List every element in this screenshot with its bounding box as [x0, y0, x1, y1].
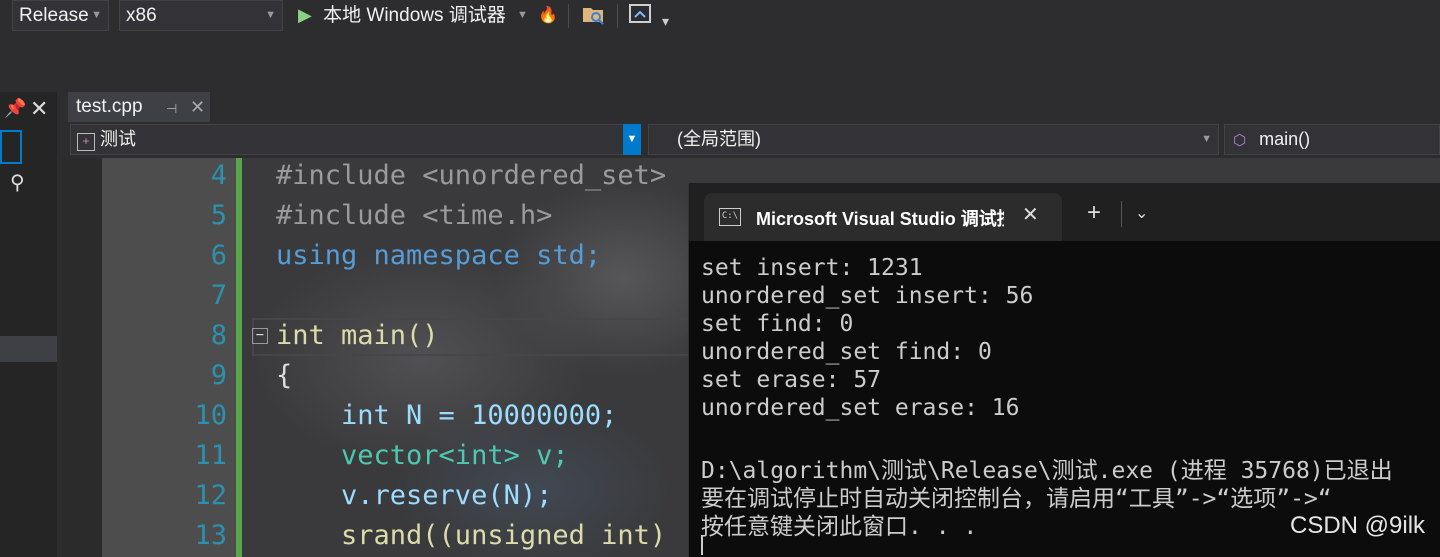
toolbar-overflow-icon[interactable]: ▾: [662, 8, 669, 35]
code-line: using namespace std;: [276, 240, 601, 271]
terminal-icon: C:\: [719, 208, 741, 226]
collapse-icon[interactable]: −: [252, 328, 268, 344]
close-icon[interactable]: ✕: [1022, 202, 1039, 227]
debug-console-window[interactable]: C:\ Microsoft Visual Studio 调试控 ✕ + ⌄ se…: [688, 183, 1440, 557]
solution-explorer-panel: 📌 ✕ ⚲: [0, 92, 57, 557]
code-text: {: [276, 360, 293, 391]
configuration-dropdown[interactable]: Release ▼: [12, 0, 109, 31]
code-line: #include <unordered_set>: [276, 160, 666, 191]
line-number: 6: [210, 240, 227, 271]
start-debugging-button[interactable]: ▶ 本地 Windows 调试器 ▼: [298, 2, 528, 29]
scope-label: (全局范围): [677, 129, 761, 149]
line-number: 7: [210, 280, 227, 311]
line-number: 5: [210, 200, 227, 231]
scope-dropdown[interactable]: (全局范围) ▼: [648, 124, 1219, 155]
play-icon: ▶: [298, 5, 312, 25]
console-title: Microsoft Visual Studio 调试控: [756, 209, 1004, 229]
code-text: #include <unordered_set>: [276, 160, 667, 191]
chevron-down-icon[interactable]: ⌄: [1135, 203, 1148, 223]
platform-dropdown[interactable]: x86 ▼: [119, 0, 283, 31]
tab-test-cpp[interactable]: test.cpp ⊣ ✕: [68, 92, 210, 122]
tab-label: test.cpp: [76, 96, 143, 117]
console-output-line: set find: 0: [701, 311, 854, 337]
folder-search-icon[interactable]: [581, 2, 605, 29]
code-line: srand((unsigned int): [276, 520, 666, 551]
pin-icon[interactable]: 📌: [4, 98, 26, 119]
console-output-line: set insert: 1231: [701, 255, 923, 281]
project-icon: +: [77, 133, 95, 151]
code-text: int main(): [276, 320, 439, 351]
watermark: CSDN @9ilk: [1290, 512, 1426, 539]
project-label: 测试: [100, 129, 137, 149]
line-number: 8: [210, 320, 227, 351]
toolbar-toggle[interactable]: [0, 130, 22, 164]
console-output-line: unordered_set find: 0: [701, 339, 992, 365]
chevron-down-icon: ▼: [265, 9, 276, 21]
chevron-down-icon[interactable]: ▼: [623, 124, 641, 155]
toolbar-separator: [568, 4, 569, 28]
search-icon[interactable]: ⚲: [10, 170, 25, 195]
chevron-down-icon: ▼: [91, 9, 102, 21]
code-text: srand((unsigned int): [276, 520, 667, 551]
line-number: 11: [194, 440, 227, 471]
code-line: int main(): [276, 320, 439, 351]
toolbar-separator: [617, 4, 618, 28]
pin-icon[interactable]: ⊣: [166, 96, 177, 122]
code-line: v.reserve(N);: [276, 480, 552, 511]
console-output-line: unordered_set erase: 16: [701, 395, 1020, 421]
navigation-bar: + 测试 ▼ (全局范围) ▼ ⬡ main(): [62, 122, 1440, 158]
console-output-line: set erase: 57: [701, 367, 882, 393]
line-number: 10: [194, 400, 227, 431]
code-line: int N = 10000000;: [276, 400, 617, 431]
new-tab-icon[interactable]: +: [1087, 199, 1101, 227]
code-text: #include <time.h>: [276, 200, 553, 231]
editor-margin: [62, 158, 102, 557]
line-number: 13: [194, 520, 227, 551]
console-tab[interactable]: C:\ Microsoft Visual Studio 调试控 ✕: [704, 193, 1062, 241]
toolbar: Release ▼ x86 ▼ ▶ 本地 Windows 调试器 ▼ 🔥 ▾: [0, 0, 1440, 82]
console-output-line: 按任意键关闭此窗口. . .: [701, 514, 978, 540]
console-output-line: unordered_set insert: 56: [701, 283, 1034, 309]
document-tab-strip: test.cpp ⊣ ✕: [62, 92, 1440, 122]
code-line: vector<int> v;: [276, 440, 569, 471]
close-icon[interactable]: ✕: [190, 94, 205, 120]
code-line: {: [276, 360, 292, 391]
platform-value: x86: [126, 5, 157, 26]
close-icon[interactable]: ✕: [30, 96, 48, 122]
code-text: int N = 10000000;: [276, 400, 618, 431]
window-layout-icon[interactable]: [628, 2, 652, 29]
line-number: 12: [194, 480, 227, 511]
code-text: vector<int> v;: [276, 440, 569, 471]
member-label: main(): [1259, 129, 1311, 149]
code-line: #include <time.h>: [276, 200, 552, 231]
line-number: 4: [210, 160, 227, 191]
separator: [1121, 201, 1122, 227]
configuration-value: Release: [19, 5, 89, 26]
text-cursor: [701, 535, 703, 555]
chevron-down-icon: ▼: [1201, 133, 1212, 145]
hot-reload-icon[interactable]: 🔥: [538, 2, 558, 29]
member-dropdown[interactable]: ⬡ main(): [1224, 124, 1440, 155]
code-text: v.reserve(N);: [276, 480, 553, 511]
selected-tree-item[interactable]: [0, 336, 57, 362]
change-tracking-bar: [236, 158, 242, 557]
project-dropdown[interactable]: + 测试: [70, 124, 640, 155]
chevron-down-icon: ▼: [517, 9, 528, 22]
console-titlebar: C:\ Microsoft Visual Studio 调试控 ✕ + ⌄: [689, 183, 1440, 241]
code-text: using namespace std;: [276, 240, 602, 271]
method-icon: ⬡: [1233, 132, 1247, 149]
line-number: 9: [210, 360, 227, 391]
start-debugging-label: 本地 Windows 调试器: [323, 5, 506, 26]
